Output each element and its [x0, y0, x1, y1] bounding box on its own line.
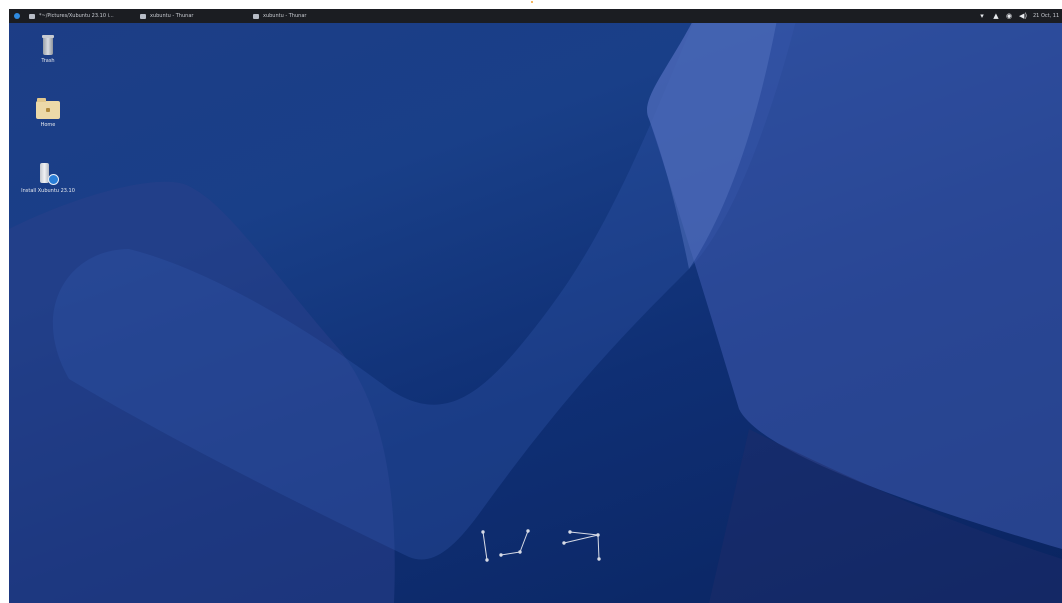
taskbar-item[interactable]: xubuntu - Thunar	[253, 9, 306, 23]
power-icon[interactable]: ◉	[1005, 12, 1013, 20]
taskbar-item-label: *~/Pictures/Xubuntu 23.10 i...	[39, 13, 114, 19]
desktop-screen: *~/Pictures/Xubuntu 23.10 i... xubuntu -…	[9, 9, 1062, 603]
bell-icon[interactable]: ▲	[992, 12, 1000, 20]
taskbar-item-label: xubuntu - Thunar	[150, 13, 194, 19]
window-icon	[29, 13, 35, 19]
constellation-logo	[481, 529, 601, 562]
volume-icon[interactable]: ◀)	[1019, 12, 1027, 20]
wallpaper	[9, 9, 1062, 603]
trash-icon	[42, 35, 54, 55]
indicator-dot	[531, 1, 533, 3]
xubuntu-menu-icon	[14, 13, 20, 19]
install-badge-icon	[48, 174, 59, 185]
wifi-icon[interactable]: ▾	[978, 12, 986, 20]
clock[interactable]: 21 Oct, 11	[1033, 9, 1059, 23]
folder-icon	[140, 13, 146, 19]
desktop-icon-trash[interactable]: Trash	[18, 35, 78, 65]
taskbar-item[interactable]: xubuntu - Thunar	[140, 9, 193, 23]
desktop-icon-label: Trash	[41, 58, 55, 64]
taskbar-item[interactable]: *~/Pictures/Xubuntu 23.10 i...	[29, 9, 114, 23]
folder-icon	[253, 13, 259, 19]
top-panel: *~/Pictures/Xubuntu 23.10 i... xubuntu -…	[9, 9, 1062, 23]
desktop-icon-label: Install Xubuntu 23.10	[21, 188, 75, 194]
taskbar-item-label: xubuntu - Thunar	[263, 13, 307, 19]
home-folder-icon	[36, 98, 60, 119]
desktop-icon-install[interactable]: Install Xubuntu 23.10	[18, 163, 78, 195]
installer-icon	[37, 163, 59, 185]
applications-menu-button[interactable]	[12, 9, 22, 23]
desktop-icon-home[interactable]: Home	[18, 98, 78, 129]
desktop-icon-label: Home	[40, 122, 56, 128]
